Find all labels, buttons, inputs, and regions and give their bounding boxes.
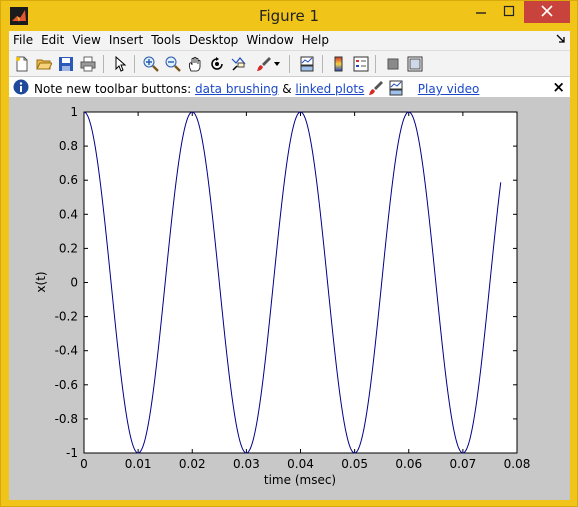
figure-window: Figure 1 File Edit View Insert Tools Des… xyxy=(0,0,578,507)
maximize-button[interactable] xyxy=(495,1,523,23)
x-tick-label: 0.07 xyxy=(450,457,477,471)
x-tick-label: 0 xyxy=(80,457,88,471)
y-tick-label: -0.4 xyxy=(55,344,78,358)
plot-axes[interactable]: 0 0.01 0.02 0.03 0.04 0.05 0.06 0.07 0.08 -1 -0.8 -… xyxy=(9,31,570,500)
x-tick-label: 0.05 xyxy=(341,457,368,471)
x-axis-label: time (msec) xyxy=(264,473,336,487)
y-tick-label: -0.2 xyxy=(55,310,78,324)
y-tick-label: 0 xyxy=(70,276,78,290)
y-tick-label: 0.8 xyxy=(59,139,78,153)
y-tick-label: 0.6 xyxy=(59,173,78,187)
x-tick-label: 0.01 xyxy=(125,457,152,471)
y-tick-label: -0.6 xyxy=(55,378,78,392)
title-bar[interactable]: Figure 1 xyxy=(1,1,577,31)
x-tick-label: 0.06 xyxy=(395,457,422,471)
y-tick-label: 0.4 xyxy=(59,207,78,221)
y-tick-label: -0.8 xyxy=(55,412,78,426)
figure-client-area: File Edit View Insert Tools Desktop Wind… xyxy=(9,31,570,500)
close-button[interactable] xyxy=(524,1,570,23)
minimize-button[interactable] xyxy=(467,1,495,23)
close-icon xyxy=(541,4,553,20)
x-tick-label: 0.04 xyxy=(287,457,314,471)
x-tick-label: 0.08 xyxy=(504,457,531,471)
axes-box xyxy=(83,111,518,454)
y-tick-label: 0.2 xyxy=(59,241,78,255)
y-axis-label: x(t) xyxy=(34,271,48,292)
y-tick-label: -1 xyxy=(66,446,78,460)
maximize-icon xyxy=(503,5,515,20)
x-tick-label: 0.03 xyxy=(233,457,260,471)
minimize-icon xyxy=(475,5,487,20)
y-tick-label: 1 xyxy=(70,105,78,119)
x-tick-label: 0.02 xyxy=(179,457,206,471)
